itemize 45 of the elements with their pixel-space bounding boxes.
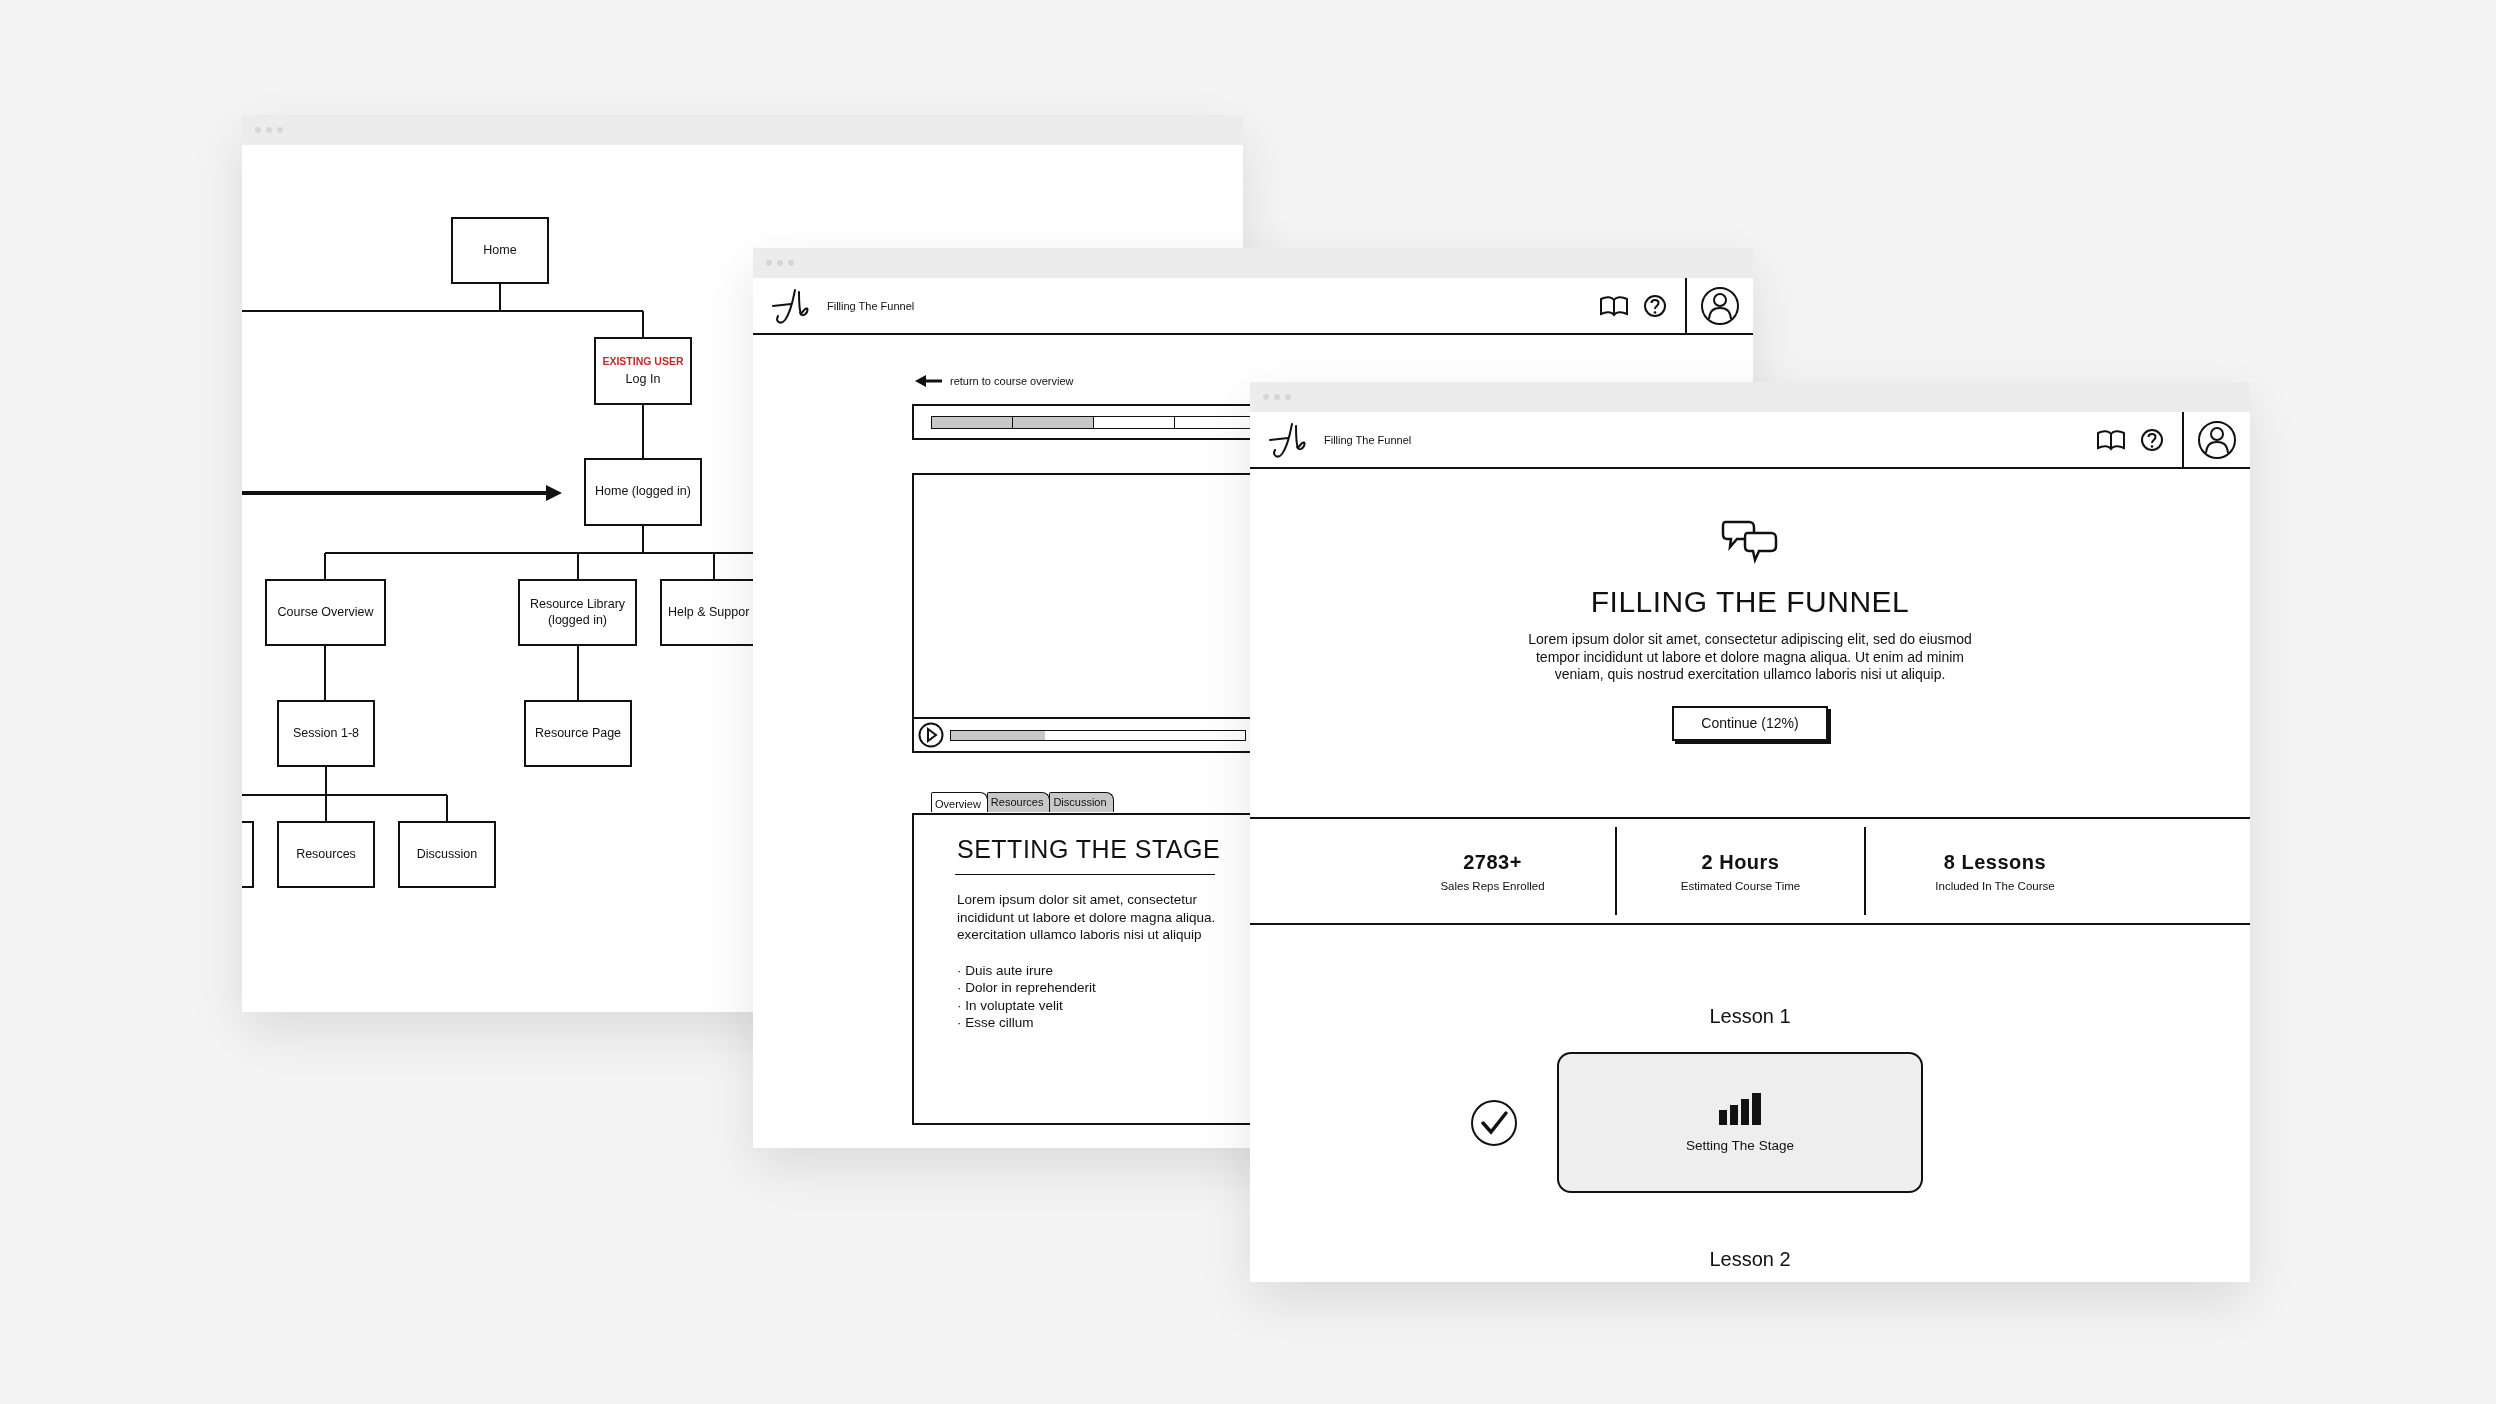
left-arrow-icon bbox=[914, 374, 944, 388]
lesson-card[interactable]: Setting The Stage bbox=[1557, 1052, 1923, 1193]
help-icon[interactable] bbox=[2140, 427, 2164, 452]
book-icon[interactable] bbox=[2096, 428, 2126, 451]
node-label: Home (logged in) bbox=[595, 484, 691, 500]
app-title: Filling The Funnel bbox=[1324, 433, 1412, 446]
node-label: Resources bbox=[296, 846, 356, 863]
course-description: Lorem ipsum dolor sit amet, consectetur adipiscing elit, sed do eiusmod tempor incididunt ut labore et dolore magna aliqua. Ut enim ad minim veniam, quis nostrud exercitation ullamco laboris nisi ut aliquip. bbox=[1528, 631, 1972, 684]
node-label: Resource Page bbox=[534, 725, 622, 742]
scrubber-track[interactable] bbox=[950, 729, 1246, 741]
book-icon[interactable] bbox=[1599, 294, 1629, 317]
stat-label: Included In The Course bbox=[1935, 879, 2055, 892]
node-label: Help & Suppor bbox=[668, 604, 750, 621]
node-label: Session 1-8 bbox=[293, 725, 359, 742]
list-item: · Dolor in reprehenderit bbox=[957, 979, 1097, 997]
continue-button[interactable]: Continue (12%) bbox=[1672, 705, 1828, 741]
avatar-icon[interactable] bbox=[1700, 285, 1740, 326]
back-link[interactable]: return to course overview bbox=[914, 374, 1074, 388]
help-icon[interactable] bbox=[1643, 293, 1667, 318]
paragraph: Lorem ipsum dolor sit amet, consectetur incididunt ut labore et dolore magna aliqua. exercitation ullamco laboris nisi ut aliquip bbox=[957, 891, 1217, 944]
lesson-heading: Lesson 1 bbox=[1708, 1005, 1792, 1028]
avatar-icon[interactable] bbox=[2197, 419, 2237, 460]
course-title: FILLING THE FUNNEL bbox=[1590, 585, 1910, 619]
list-item: · Duis aute irure bbox=[957, 961, 1055, 979]
app-title: Filling The Funnel bbox=[827, 299, 915, 312]
lesson-name: Setting The Stage bbox=[1686, 1138, 1794, 1153]
node-label: Resource Library (logged in) bbox=[528, 596, 627, 629]
node-label: Log In bbox=[625, 371, 661, 388]
tab[interactable]: Discussion bbox=[1049, 792, 1114, 812]
list-item: · In voluptate velit bbox=[957, 996, 1064, 1014]
stat-label: Sales Reps Enrolled bbox=[1440, 879, 1545, 892]
tab[interactable]: Overview bbox=[931, 792, 988, 812]
stat-value: 2 Hours bbox=[1701, 850, 1780, 874]
section-heading: SETTING THE STAGE bbox=[957, 835, 1221, 864]
tab[interactable]: Resources bbox=[986, 792, 1051, 812]
stat-label: Estimated Course Time bbox=[1680, 879, 1801, 892]
node-tag: EXISTING USER bbox=[602, 354, 684, 367]
node-label: Course Overview bbox=[277, 604, 374, 621]
node-label: Home bbox=[483, 242, 517, 259]
node-label: Discussion bbox=[416, 846, 478, 863]
bar-chart-icon bbox=[1718, 1092, 1762, 1126]
lesson-heading: Lesson 2 bbox=[1708, 1248, 1792, 1271]
stat-value: 8 Lessons bbox=[1943, 850, 2047, 874]
play-button[interactable] bbox=[918, 722, 944, 748]
stat-value: 2783+ bbox=[1463, 850, 1522, 874]
